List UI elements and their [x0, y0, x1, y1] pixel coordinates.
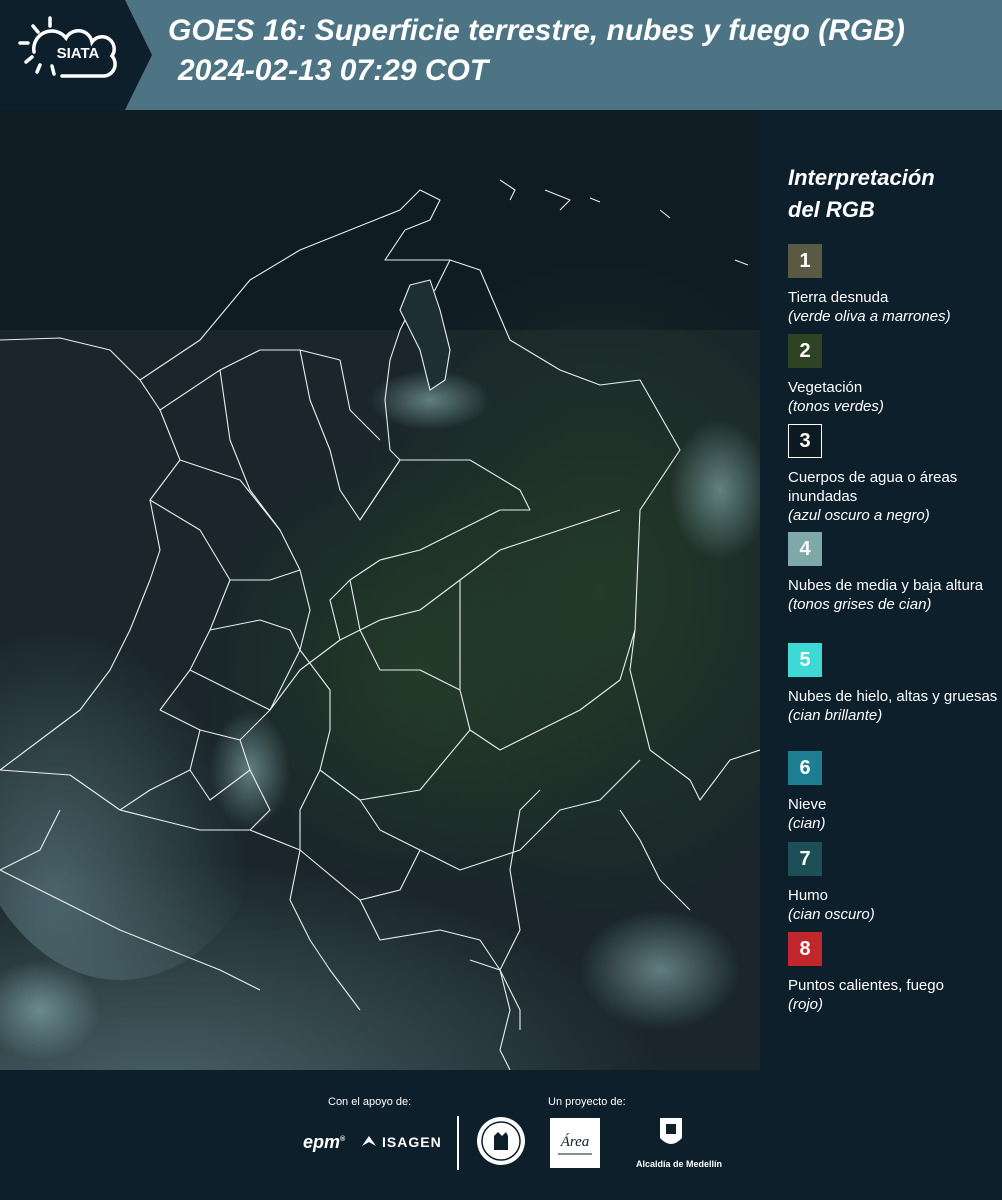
seal-logo [476, 1116, 526, 1166]
legend-swatch: 6 [788, 751, 822, 785]
legend-item-low-clouds: 4 Nubes de media y baja altura (tonos gr… [788, 532, 998, 614]
legend-item-water: 3 Cuerpos de agua o áreas inundadas (azu… [788, 424, 998, 525]
satellite-map [0, 110, 760, 1070]
logo-text: SIATA [57, 45, 100, 62]
legend-swatch: 7 [788, 842, 822, 876]
legend-item-bare-soil: 1 Tierra desnuda (verde oliva a marrones… [788, 244, 998, 326]
logo-block: SIATA [0, 0, 152, 110]
alcaldia-logo: Alcaldía de Medellín [636, 1116, 722, 1169]
svg-text:Área: Área [560, 1133, 590, 1150]
legend-item-vegetation: 2 Vegetación (tonos verdes) [788, 334, 998, 416]
area-metropolitana-logo: Área [550, 1118, 600, 1168]
header: SIATA GOES 16: Superficie terrestre, nub… [0, 0, 1002, 110]
legend-item-fire: 8 Puntos calientes, fuego (rojo) [788, 932, 998, 1014]
isagen-logo: ISAGEN [360, 1134, 442, 1150]
isagen-icon [362, 1136, 376, 1146]
epm-logo: epm® [303, 1132, 346, 1152]
legend-swatch: 4 [788, 532, 822, 566]
project-label: Un proyecto de: [548, 1096, 626, 1108]
legend-item-ice-clouds: 5 Nubes de hielo, altas y gruesas (cian … [788, 643, 998, 725]
legend-title: Interpretación del RGB [788, 165, 935, 222]
coat-of-arms-icon [660, 1118, 682, 1144]
legend-swatch: 5 [788, 643, 822, 677]
support-label: Con el apoyo de: [328, 1096, 412, 1108]
legend-swatch: 8 [788, 932, 822, 966]
rgb-legend: Interpretación del RGB 1 Tierra desnuda … [760, 110, 1002, 1070]
legend-swatch: 2 [788, 334, 822, 368]
legend-item-smoke: 7 Humo (cian oscuro) [788, 842, 998, 924]
legend-item-snow: 6 Nieve (cian) [788, 751, 998, 833]
footer: Con el apoyo de: Un proyecto de: epm® IS… [0, 1070, 1002, 1200]
timestamp: 2024-02-13 07:29 COT [178, 54, 489, 87]
legend-swatch: 3 [788, 424, 822, 458]
page-title: GOES 16: Superficie terrestre, nubes y f… [168, 14, 905, 47]
footer-divider [457, 1116, 459, 1170]
legend-swatch: 1 [788, 244, 822, 278]
